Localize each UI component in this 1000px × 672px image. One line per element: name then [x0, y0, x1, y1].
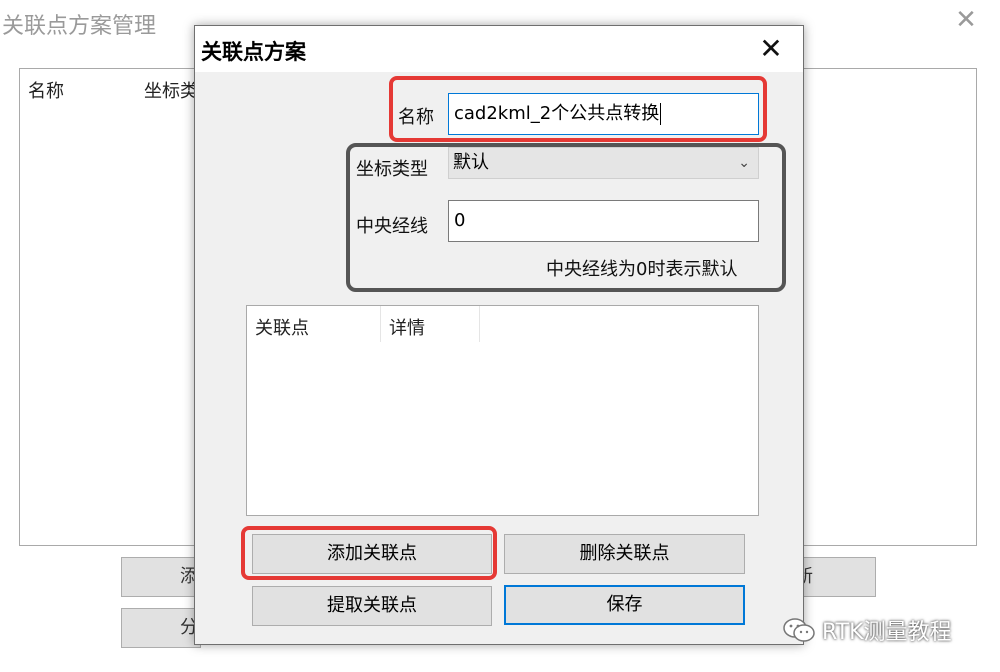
watermark: RTK测量教程	[782, 614, 952, 649]
column-divider	[380, 306, 381, 342]
add-button-highlight-box	[241, 526, 497, 580]
background-share-button[interactable]: 分	[121, 608, 201, 648]
wechat-icon	[782, 617, 816, 649]
background-window-title: 关联点方案管理	[2, 14, 157, 39]
related-points-list[interactable]: 关联点 详情	[246, 305, 759, 516]
delete-related-point-button[interactable]: 删除关联点	[504, 534, 745, 574]
background-column-coord-type[interactable]: 坐标类	[144, 77, 198, 103]
coordinate-settings-highlight-box	[346, 143, 786, 292]
extract-related-point-button[interactable]: 提取关联点	[252, 586, 492, 626]
watermark-text: RTK测量教程	[822, 620, 952, 645]
column-divider	[479, 306, 480, 342]
save-button[interactable]: 保存	[504, 585, 745, 625]
dialog-titlebar: 关联点方案 ✕	[195, 26, 803, 72]
name-highlight-box	[389, 76, 767, 142]
column-details[interactable]: 详情	[389, 314, 425, 340]
column-related-point[interactable]: 关联点	[255, 314, 309, 340]
dialog-title: 关联点方案	[201, 40, 306, 64]
dialog-close-icon[interactable]: ✕	[755, 34, 787, 64]
background-close-icon[interactable]: ✕	[952, 6, 980, 34]
background-add-button[interactable]: 添	[121, 557, 201, 597]
background-column-name[interactable]: 名称	[28, 77, 64, 103]
